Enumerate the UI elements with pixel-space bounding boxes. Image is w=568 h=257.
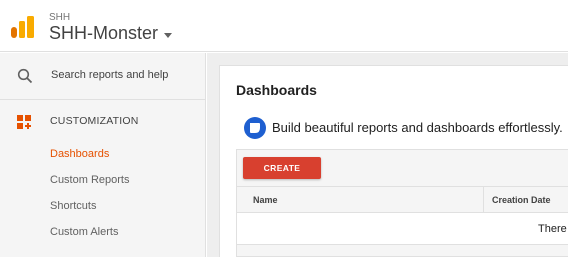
page-title: Dashboards <box>236 82 317 98</box>
sidebar-item-dashboards[interactable]: Dashboards <box>50 148 109 160</box>
empty-table-message: There <box>538 223 567 235</box>
sidebar-item-shortcuts[interactable]: Shortcuts <box>50 200 96 212</box>
column-header-name[interactable]: Name <box>253 195 278 205</box>
caret-down-icon <box>164 32 173 38</box>
customization-section[interactable]: CUSTOMIZATION <box>0 108 206 134</box>
column-header-creation-date[interactable]: Creation Date <box>492 195 551 205</box>
dashboard-promo-icon <box>244 117 266 139</box>
table-body: There <box>237 213 568 245</box>
column-divider <box>483 187 484 212</box>
sidebar-item-custom-alerts[interactable]: Custom Alerts <box>50 226 118 238</box>
search-icon <box>17 68 33 84</box>
analytics-logo-icon[interactable] <box>11 16 34 38</box>
search-placeholder: Search reports and help <box>51 69 169 81</box>
table-header: Name Creation Date <box>237 186 568 213</box>
search-reports[interactable]: Search reports and help <box>0 53 206 100</box>
sidebar-item-custom-reports[interactable]: Custom Reports <box>50 174 129 186</box>
property-selector[interactable]: SHH-Monster <box>49 23 173 44</box>
sidebar: Search reports and help CUSTOMIZATION Da… <box>0 53 206 257</box>
property-name: SHH-Monster <box>49 23 159 43</box>
customization-icon <box>17 115 31 129</box>
section-title: CUSTOMIZATION <box>50 115 139 127</box>
account-name: SHH <box>49 12 71 23</box>
promo-message: Build beautiful reports and dashboards e… <box>272 120 563 135</box>
create-button[interactable]: CREATE <box>243 157 321 179</box>
top-header: SHH SHH-Monster <box>0 0 568 52</box>
